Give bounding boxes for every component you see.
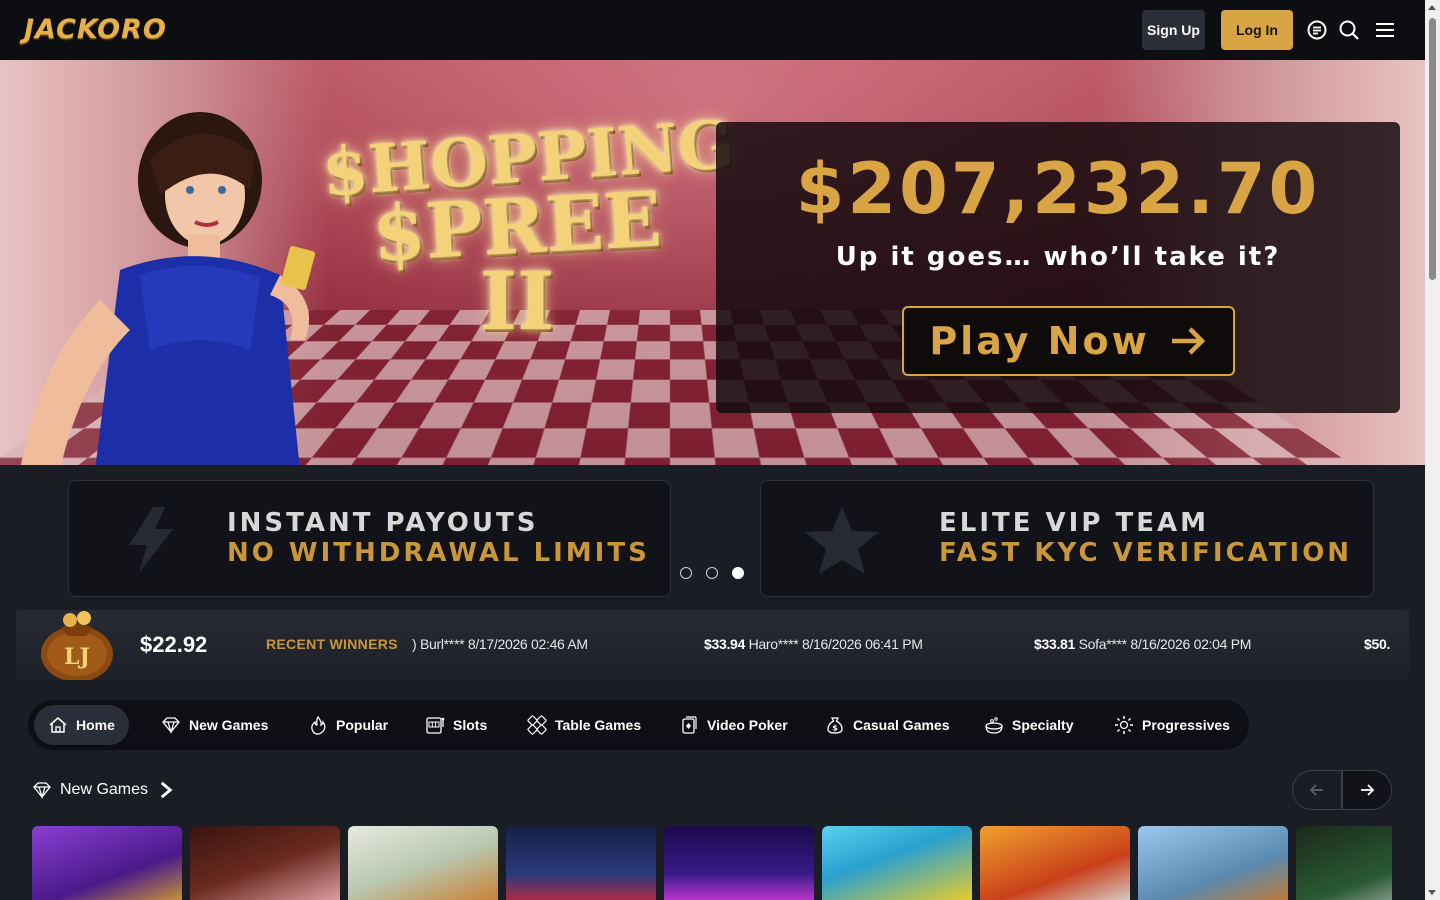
promo-card-payouts[interactable]: INSTANT PAYOUTS NO WITHDRAWAL LIMITS (68, 480, 671, 597)
winner-entry: $33.81 Sofa**** 8/16/2026 02:04 PM (1034, 636, 1251, 652)
page: JACKORO Sign Up Log In $HOPPING $PREE II… (0, 0, 1440, 900)
nav-item-table-games[interactable]: Table Games (513, 705, 655, 745)
category-nav: Home New Games Popular Slots Table Games… (28, 700, 1249, 750)
nav-item-progressives[interactable]: Progressives (1100, 705, 1244, 745)
winner-amount: $33.81 (1034, 636, 1076, 652)
promo-line2: FAST KYC VERIFICATION (939, 538, 1353, 568)
game-tile-wolf[interactable] (1138, 826, 1288, 900)
carousel-dot-1[interactable] (680, 567, 692, 579)
play-now-button[interactable]: Play Now (902, 306, 1235, 376)
coin-bag-icon: $ (827, 717, 843, 734)
promo-card-vip[interactable]: ELITE VIP TEAM FAST KYC VERIFICATION (760, 480, 1374, 597)
hero-game-title: $HOPPING $PREE II (320, 105, 737, 341)
promo-line1: ELITE VIP TEAM (939, 508, 1209, 538)
nav-item-specialty[interactable]: Specialty (970, 705, 1087, 745)
games-prev-button[interactable] (1292, 770, 1342, 810)
nav-item-casual-games[interactable]: $ Casual Games (811, 705, 964, 745)
game-tile-circus[interactable] (506, 826, 656, 900)
nav-label: Progressives (1142, 717, 1230, 733)
scroll-up-arrow[interactable] (1428, 5, 1436, 10)
lj-money-bag-icon: LJ (41, 611, 113, 680)
game-tile-neon-triangle[interactable] (664, 826, 814, 900)
winner-entry: $33.94 Haro**** 8/16/2026 06:41 PM (704, 636, 923, 652)
winner-text: ) Burl**** 8/17/2026 02:46 AM (412, 636, 588, 652)
nav-label: New Games (189, 717, 269, 733)
diamond-icon (162, 717, 180, 735)
dice-icon (527, 715, 547, 735)
carousel-dot-2[interactable] (706, 567, 718, 579)
scroll-thumb[interactable] (1429, 18, 1436, 280)
nav-label: Slots (453, 717, 488, 733)
jackpot-amount: $207,232.70 (795, 148, 1321, 230)
chat-icon[interactable] (1306, 19, 1328, 41)
nav-label: Casual Games (853, 717, 950, 733)
menu-icon[interactable] (1374, 19, 1396, 41)
nav-item-video-poker[interactable]: Video Poker (665, 705, 802, 745)
new-games-row (32, 826, 1392, 900)
promo-line2: NO WITHDRAWAL LIMITS (227, 538, 650, 568)
nav-label: Home (76, 717, 115, 733)
svg-text:LJ: LJ (64, 644, 90, 670)
winner-text: Sofa**** 8/16/2026 02:04 PM (1078, 636, 1252, 652)
game-tile-pig[interactable] (190, 826, 340, 900)
hero-woman-illustration (20, 112, 316, 465)
scroll-down-arrow[interactable] (1428, 890, 1436, 895)
hero-banner[interactable]: $HOPPING $PREE II $207,232.70 Up it goes… (0, 60, 1425, 465)
winners-track: ) Burl**** 8/17/2026 02:46 AM $33.94 Har… (412, 636, 1390, 656)
nav-item-slots[interactable]: Slots (411, 705, 501, 745)
play-now-label: Play Now (929, 319, 1150, 363)
nav-label: Popular (336, 717, 389, 733)
svg-text:$: $ (832, 724, 838, 733)
nav-item-popular[interactable]: Popular (294, 705, 402, 745)
arrow-right-icon (1361, 784, 1375, 796)
recent-winners-ticker: LJ $22.92 RECENT WINNERS ) Burl**** 8/17… (16, 610, 1409, 680)
winner-text: Haro**** 8/16/2026 06:41 PM (748, 636, 923, 652)
recent-winners-label: RECENT WINNERS (266, 636, 398, 652)
sign-up-button[interactable]: Sign Up (1142, 10, 1205, 50)
nav-label: Video Poker (707, 717, 788, 733)
star-icon (805, 507, 879, 574)
page-scrollbar[interactable] (1425, 0, 1440, 900)
game-tile-tiger[interactable] (348, 826, 498, 900)
chevron-right-icon (160, 781, 173, 799)
promo-carousel: INSTANT PAYOUTS NO WITHDRAWAL LIMITS ELI… (0, 465, 1425, 610)
section-title: New Games (60, 781, 149, 798)
game-tile-roulette[interactable] (1296, 826, 1392, 900)
lightning-icon (129, 507, 173, 573)
jackpot-panel: $207,232.70 Up it goes… who’ll take it? … (716, 122, 1400, 413)
top-header: JACKORO Sign Up Log In (0, 0, 1425, 60)
game-tile-purple-dragon[interactable] (32, 826, 182, 900)
home-icon (49, 717, 67, 733)
game-tile-zeus[interactable] (980, 826, 1130, 900)
cards-icon (682, 716, 697, 734)
winner-entry: $50. (1364, 636, 1390, 652)
cauldron-icon (985, 717, 1003, 734)
jackoro-logo[interactable]: JACKORO (24, 14, 167, 45)
game-tile-yellow-fish[interactable] (822, 826, 972, 900)
hero-title-line2: $PREE (370, 174, 664, 279)
sparkle-gear-icon (1115, 716, 1133, 734)
nav-label: Specialty (1012, 717, 1074, 733)
current-jackpot-amount: $22.92 (140, 632, 208, 657)
diamond-icon (33, 782, 51, 800)
slot-machine-icon (426, 717, 445, 734)
promo-line1: INSTANT PAYOUTS (227, 508, 539, 538)
log-in-button[interactable]: Log In (1221, 10, 1293, 50)
search-icon[interactable] (1338, 19, 1360, 41)
nav-label: Table Games (555, 717, 642, 733)
new-games-heading[interactable]: New Games (32, 778, 176, 802)
winner-entry: ) Burl**** 8/17/2026 02:46 AM (412, 636, 588, 652)
arrow-left-icon (1309, 784, 1323, 796)
arrow-right-icon (1171, 327, 1205, 355)
jackpot-tagline: Up it goes… who’ll take it? (835, 242, 1281, 272)
nav-item-new-games[interactable]: New Games (147, 705, 282, 745)
flame-icon (311, 715, 326, 735)
games-next-button[interactable] (1342, 770, 1392, 810)
winner-amount: $50. (1364, 636, 1390, 652)
nav-item-home[interactable]: Home (34, 705, 129, 745)
carousel-dot-3[interactable] (732, 567, 744, 579)
winner-amount: $33.94 (704, 636, 746, 652)
